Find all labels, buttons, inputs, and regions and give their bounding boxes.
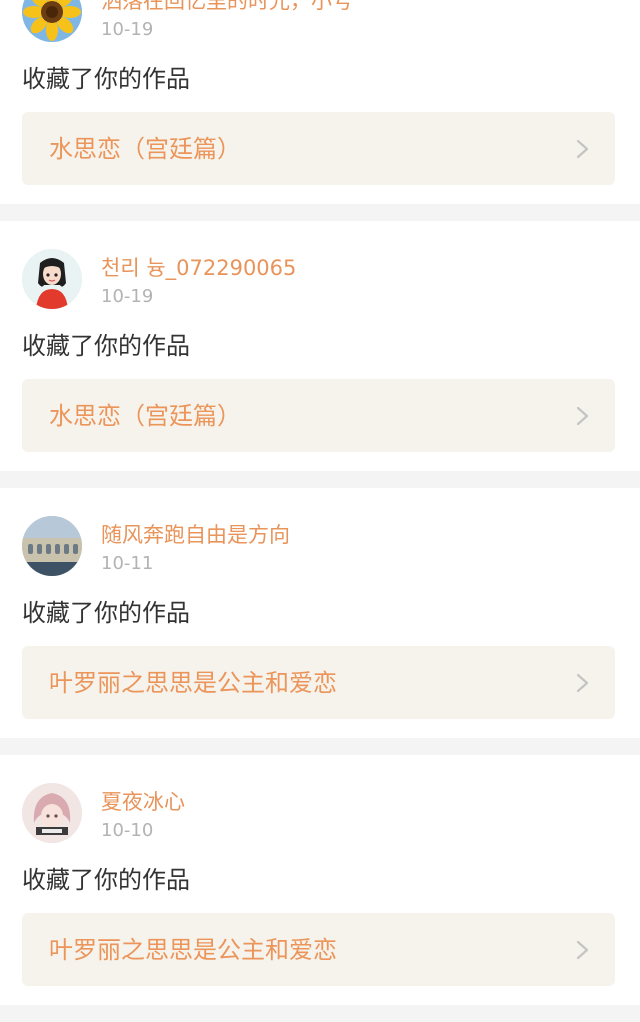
chevron-right-icon bbox=[575, 404, 591, 428]
work-title: 叶罗丽之思思是公主和爱恋 bbox=[49, 669, 337, 697]
user-avatar[interactable] bbox=[22, 516, 82, 576]
notification-date: 10-19 bbox=[101, 19, 154, 40]
username[interactable]: 夏夜冰心 bbox=[101, 788, 185, 816]
work-title: 水思恋（宫廷篇） bbox=[49, 135, 241, 163]
user-avatar[interactable] bbox=[22, 0, 82, 42]
anime-character-avatar-icon bbox=[22, 783, 82, 843]
chevron-right-icon bbox=[575, 671, 591, 695]
action-text: 收藏了你的作品 bbox=[22, 599, 190, 627]
notification-card: 夏夜冰心 10-10 收藏了你的作品 叶罗丽之思思是公主和爱恋 bbox=[0, 755, 640, 1005]
building-photo-avatar-icon bbox=[22, 516, 82, 576]
notification-date: 10-11 bbox=[101, 553, 154, 574]
action-text: 收藏了你的作品 bbox=[22, 866, 190, 894]
anime-girl-avatar-icon bbox=[22, 249, 82, 309]
chevron-right-icon bbox=[575, 938, 591, 962]
action-text: 收藏了你的作品 bbox=[22, 65, 190, 93]
username[interactable]: 洒落在回忆里的时光，小号 bbox=[101, 0, 353, 15]
work-link[interactable]: 叶罗丽之思思是公主和爱恋 bbox=[22, 913, 615, 986]
notification-feed: 洒落在回忆里的时光，小号 10-19 收藏了你的作品 水思恋（宫廷篇） 천리 늉… bbox=[0, 0, 640, 1022]
notification-card: 洒落在回忆里的时光，小号 10-19 收藏了你的作品 水思恋（宫廷篇） bbox=[0, 0, 640, 204]
user-avatar[interactable] bbox=[22, 249, 82, 309]
work-link[interactable]: 叶罗丽之思思是公主和爱恋 bbox=[22, 646, 615, 719]
work-title: 水思恋（宫廷篇） bbox=[49, 402, 241, 430]
notification-date: 10-19 bbox=[101, 286, 154, 307]
username[interactable]: 随风奔跑自由是方向 bbox=[101, 521, 290, 549]
user-avatar[interactable] bbox=[22, 783, 82, 843]
action-text: 收藏了你的作品 bbox=[22, 332, 190, 360]
work-link[interactable]: 水思恋（宫廷篇） bbox=[22, 379, 615, 452]
work-title: 叶罗丽之思思是公主和爱恋 bbox=[49, 936, 337, 964]
work-link[interactable]: 水思恋（宫廷篇） bbox=[22, 112, 615, 185]
chevron-right-icon bbox=[575, 137, 591, 161]
notification-card: 천리 늉_072290065 10-19 收藏了你的作品 水思恋（宫廷篇） bbox=[0, 221, 640, 471]
username[interactable]: 천리 늉_072290065 bbox=[101, 254, 296, 282]
notification-date: 10-10 bbox=[101, 820, 154, 841]
sunflower-avatar-icon bbox=[22, 0, 82, 42]
notification-card: 随风奔跑自由是方向 10-11 收藏了你的作品 叶罗丽之思思是公主和爱恋 bbox=[0, 488, 640, 738]
